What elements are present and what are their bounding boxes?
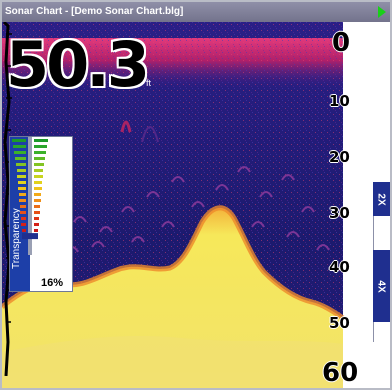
- window-titlebar[interactable]: Sonar Chart - [Demo Sonar Chart.blg]: [2, 2, 390, 22]
- play-arrow-icon[interactable]: [378, 6, 386, 18]
- depth-unit: ft: [146, 78, 152, 88]
- sonar-chart-window: Sonar Chart - [Demo Sonar Chart.blg] 50.…: [0, 0, 392, 390]
- depth-scale-label: 30: [329, 204, 350, 222]
- window-title: Sonar Chart - [Demo Sonar Chart.blg]: [5, 6, 184, 17]
- sonar-display[interactable]: 50.3 ft 0 10 20 30 40 50 60 2X 4X Transp…: [2, 22, 390, 388]
- depth-scale-label: 60: [322, 358, 359, 388]
- zoom-2x-button[interactable]: 2X: [373, 182, 390, 216]
- zoom-2x-label: 2X: [375, 192, 387, 206]
- depth-scale-label: 50: [329, 314, 350, 332]
- depth-readout: 50.3: [6, 28, 150, 101]
- zoom-4x-label: 4X: [375, 279, 387, 293]
- depth-scale-label: 20: [329, 148, 350, 166]
- transparency-slider[interactable]: [10, 137, 50, 271]
- sub-bottom: [2, 335, 343, 388]
- depth-scale-label: 10: [329, 92, 350, 110]
- zoom-4x-button[interactable]: 4X: [373, 250, 390, 322]
- slider-thumb[interactable]: [22, 233, 38, 240]
- transparency-value: 16%: [40, 277, 64, 289]
- depth-scale-label: 0: [332, 28, 351, 58]
- transparency-panel[interactable]: Transparency 16%: [9, 136, 73, 292]
- depth-scale-label: 40: [329, 258, 350, 276]
